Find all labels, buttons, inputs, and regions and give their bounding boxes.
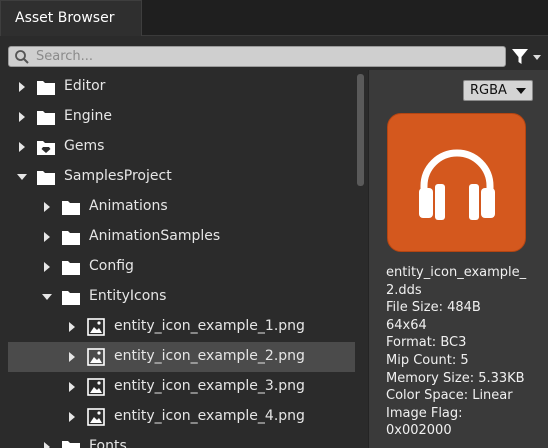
tree-item-label: Editor: [64, 78, 106, 94]
texture-info: entity_icon_example_ 2.dds File Size: 484B…: [386, 264, 546, 440]
tree-folder-item[interactable]: Fonts: [0, 432, 355, 448]
tree-folder-item[interactable]: Editor: [0, 72, 355, 102]
chevron-right-icon[interactable]: [16, 81, 28, 93]
tree-scrollbar[interactable]: [357, 74, 364, 186]
texture-info-line: Color Space: Linear: [386, 388, 513, 404]
texture-info-line: 0x002000: [386, 423, 452, 439]
folder-icon: [62, 441, 80, 448]
tree-file-item[interactable]: entity_icon_example_4.png: [0, 402, 355, 432]
toolbar: [0, 36, 548, 70]
folder-icon: [62, 201, 80, 215]
texture-info-line: Mip Count: 5: [386, 352, 469, 368]
texture-info-line: 64x64: [386, 317, 427, 333]
search-input[interactable]: [36, 48, 496, 65]
tree-folder-item[interactable]: Engine: [0, 102, 355, 132]
search-icon: [15, 50, 29, 64]
tree-item-label: entity_icon_example_2.png: [114, 348, 305, 364]
chevron-right-icon[interactable]: [66, 411, 78, 423]
chevron-right-icon[interactable]: [16, 111, 28, 123]
chevron-right-icon[interactable]: [66, 351, 78, 363]
tree-file-item[interactable]: entity_icon_example_1.png: [0, 312, 355, 342]
texture-thumbnail: [387, 113, 526, 252]
folder-icon: [37, 81, 55, 95]
folder-icon: [62, 291, 80, 305]
chevron-right-icon[interactable]: [41, 261, 53, 273]
search-box[interactable]: [8, 46, 506, 67]
chevron-right-icon[interactable]: [16, 141, 28, 153]
filter-icon[interactable]: [510, 47, 530, 67]
gem-folder-icon: [37, 141, 55, 155]
tree-folder-item[interactable]: Gems: [0, 132, 355, 162]
chevron-right-icon[interactable]: [66, 321, 78, 333]
tree-item-label: Config: [89, 258, 134, 274]
tree-folder-item[interactable]: SamplesProject: [0, 162, 355, 192]
tree-folder-item[interactable]: Animations: [0, 192, 355, 222]
tree-item-label: AnimationSamples: [89, 228, 221, 244]
folder-icon: [62, 261, 80, 275]
folder-icon: [37, 111, 55, 125]
folder-icon: [37, 171, 55, 185]
chevron-down-icon[interactable]: [41, 291, 53, 303]
tab-bar: Asset Browser: [0, 0, 548, 36]
filter-dropdown-arrow-icon[interactable]: [532, 54, 542, 62]
texture-info-line: entity_icon_example_: [386, 265, 527, 280]
image-file-icon: [87, 348, 105, 366]
channel-select[interactable]: RGBA: [463, 80, 533, 101]
image-file-icon: [87, 408, 105, 426]
tree-item-label: entity_icon_example_1.png: [114, 318, 305, 334]
tree-file-item[interactable]: entity_icon_example_3.png: [0, 372, 355, 402]
chevron-right-icon[interactable]: [41, 441, 53, 448]
tree-item-label: EntityIcons: [89, 288, 167, 304]
texture-info-line: 2.dds: [386, 282, 422, 298]
tree-item-label: entity_icon_example_3.png: [114, 378, 305, 394]
asset-tree: Editor Engine Gems SamplesProject Animations…: [0, 70, 368, 448]
image-file-icon: [87, 378, 105, 396]
tree-file-item[interactable]: entity_icon_example_2.png: [8, 342, 355, 372]
texture-info-line: File Size: 484B: [386, 300, 481, 316]
tree-item-label: entity_icon_example_4.png: [114, 408, 305, 424]
chevron-down-icon[interactable]: [16, 171, 28, 183]
texture-info-line: Format: BC3: [386, 335, 467, 351]
channel-select-value: RGBA: [470, 83, 507, 98]
texture-info-line: Image Flag:: [386, 405, 463, 421]
tree-item-label: Engine: [64, 108, 112, 124]
chevron-right-icon[interactable]: [41, 201, 53, 213]
chevron-down-icon: [516, 88, 526, 94]
tree-folder-item[interactable]: Config: [0, 252, 355, 282]
tree-item-label: Fonts: [89, 438, 127, 448]
tree-item-label: Gems: [64, 138, 105, 154]
texture-info-line: Memory Size: 5.33KB: [386, 370, 525, 386]
headphones-icon: [419, 149, 495, 220]
tab-asset-browser[interactable]: Asset Browser: [0, 0, 142, 36]
image-file-icon: [87, 318, 105, 336]
tree-folder-item[interactable]: AnimationSamples: [0, 222, 355, 252]
tree-folder-item[interactable]: EntityIcons: [0, 282, 355, 312]
chevron-right-icon[interactable]: [41, 231, 53, 243]
tree-item-label: Animations: [89, 198, 168, 214]
preview-panel: RGBA entity_icon_example_ 2.dds File Size:…: [368, 70, 548, 448]
tree-item-label: SamplesProject: [64, 168, 172, 184]
folder-icon: [62, 231, 80, 245]
chevron-right-icon[interactable]: [66, 381, 78, 393]
